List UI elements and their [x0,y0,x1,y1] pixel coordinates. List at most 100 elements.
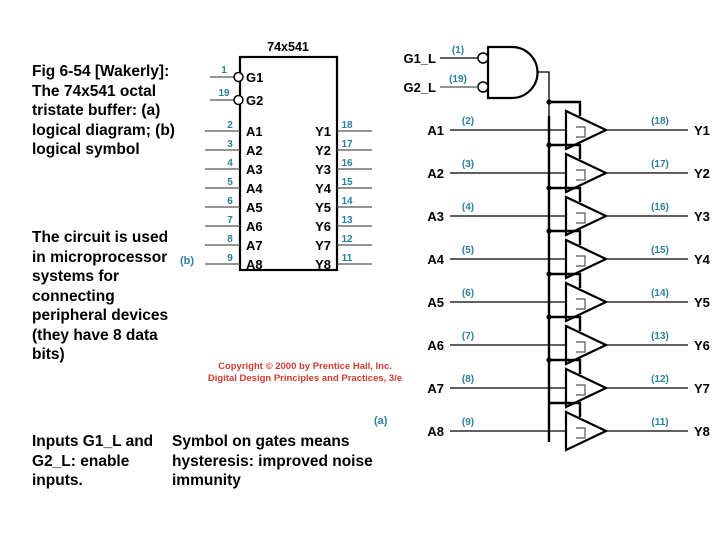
input-label-A3: A3 [427,209,444,224]
symbol-pin-number-Y8: 11 [342,253,353,264]
tristate-buffer-1 [564,109,609,151]
tristate-buffer-5 [564,281,609,323]
input-label-A5: A5 [427,295,444,310]
enable-junction-dot-7 [546,357,552,363]
symbol-pin-number-A8: 9 [227,253,233,264]
input-pin-number-A8: (9) [462,417,474,428]
enable-junction-dot-2 [546,142,552,148]
symbol-pin-number-Y5: 14 [341,196,353,207]
enable-branch-4 [549,229,582,245]
nand-gate-body [486,45,539,100]
ic-device-name: 74x541 [267,40,309,54]
enable-branch-5 [549,272,582,288]
symbol-pin-label-A7: A7 [246,238,263,253]
tristate-buffer-4 [564,238,609,280]
hysteresis-icon-1 [576,126,586,138]
enable-label-G1_L: G1_L [403,51,436,66]
output-label-Y7: Y7 [694,381,710,396]
enable-branch-3 [549,186,582,202]
symbol-pin-label-Y6: Y6 [315,219,331,234]
enable-pin-number-G2_L: (19) [449,74,467,85]
input-label-A7: A7 [427,381,444,396]
symbol-pin-number-G1: 1 [221,65,227,76]
symbol-pin-label-A5: A5 [246,200,263,215]
enable-branch-8 [549,401,582,417]
symbol-pin-label-Y7: Y7 [315,238,331,253]
output-label-Y8: Y8 [694,424,710,439]
output-label-Y6: Y6 [694,338,710,353]
hysteresis-icon-6 [576,341,586,353]
symbol-pin-label-Y1: Y1 [315,124,331,139]
symbol-pin-number-A2: 3 [227,139,233,150]
tristate-buffer-7 [564,367,609,409]
enable-branch-1 [549,100,582,116]
output-label-Y5: Y5 [694,295,710,310]
figure-canvas: Fig 6-54 [Wakerly]: The 74x541 octal tri… [0,0,720,540]
nand-output-wire [538,71,550,116]
enable-branch-6 [549,315,582,331]
enable-pin-number-G1_L: (1) [452,45,464,56]
tristate-buffer-2 [564,152,609,194]
symbol-pin-label-A8: A8 [246,257,263,272]
enable-junction-dot-6 [546,314,552,320]
tristate-buffer-3 [564,195,609,237]
input-label-A4: A4 [427,252,444,267]
output-label-Y2: Y2 [694,166,710,181]
symbol-pin-number-Y1: 18 [341,120,353,131]
input-pin-number-A1: (2) [462,116,474,127]
symbol-pin-label-A2: A2 [246,143,263,158]
hysteresis-icon-8 [576,427,586,439]
input-label-A8: A8 [427,424,444,439]
output-pin-number-Y1: (18) [651,116,669,127]
symbol-pin-number-Y2: 17 [341,139,353,150]
symbol-pin-label-A4: A4 [246,181,263,196]
input-pin-number-A7: (8) [462,374,474,385]
symbol-pin-number-Y3: 16 [341,158,353,169]
output-pin-number-Y4: (15) [651,245,669,256]
symbol-pin-number-A6: 7 [227,215,233,226]
symbol-enable-bubble-G2 [233,94,244,106]
input-label-A1: A1 [427,123,444,138]
enable-junction-dot-4 [546,228,552,234]
symbol-pin-number-Y6: 13 [341,215,353,226]
ic-symbol-group: 74x541 G1 1 G2 19 A1 2 A2 3 A3 4 A4 5 A5 6 A6 7 A7 8 A8 9 Y1… [205,40,372,272]
input-pin-number-A6: (7) [462,331,474,342]
nand-input-bubble-2 [477,81,489,93]
logic-symbol-svg: 74x541 G1 1 G2 19 A1 2 A2 3 A3 4 A4 5 A5 6 A6 7 A7 8 A8 9 Y1… [205,40,711,452]
nand-input-bubble-1 [477,52,489,64]
output-pin-number-Y2: (17) [651,159,669,170]
ic-pins-group: G1 1 G2 19 A1 2 A2 3 A3 4 A4 5 A5 6 A6 7 A7 8 A8 9 Y1 18 Y2 17 Y… [205,65,372,272]
symbol-pin-label-Y2: Y2 [315,143,331,158]
tristate-buffer-8 [564,410,609,452]
output-pin-number-Y6: (13) [651,331,669,342]
symbol-pin-number-Y7: 12 [341,234,353,245]
output-label-Y3: Y3 [694,209,710,224]
input-pin-number-A5: (6) [462,288,474,299]
enable-branch-7 [549,358,582,374]
symbol-enable-bubble-G1 [233,71,244,83]
enable-junction-dot-3 [546,185,552,191]
symbol-pin-label-Y3: Y3 [315,162,331,177]
symbol-pin-label-G2: G2 [246,93,263,108]
enable-junction-dot-1 [546,99,552,105]
symbol-pin-label-A3: A3 [246,162,263,177]
logic-diagram-group: G1_L (1) G2_L (19) A1 (2) Y1 (18) A2 (3) Y2 (17) A3 (… [403,45,711,452]
input-pin-number-A4: (5) [462,245,474,256]
symbol-pin-number-A3: 4 [227,158,233,169]
output-label-Y1: Y1 [694,123,710,138]
hysteresis-icon-5 [576,298,586,310]
buffer-rows-group: G1_L (1) G2_L (19) A1 (2) Y1 (18) A2 (3) Y2 (17) A3 (… [403,45,711,452]
output-pin-number-Y7: (12) [651,374,669,385]
output-pin-number-Y3: (16) [651,202,669,213]
output-label-Y4: Y4 [694,252,711,267]
symbol-pin-number-A5: 6 [227,196,233,207]
symbol-pin-number-A4: 5 [227,177,233,188]
hysteresis-icon-3 [576,212,586,224]
output-pin-number-Y8: (11) [651,417,668,428]
output-pin-number-Y5: (14) [651,288,669,299]
hysteresis-icon-4 [576,255,586,267]
symbol-pin-label-A6: A6 [246,219,263,234]
input-pin-number-A2: (3) [462,159,474,170]
symbol-pin-label-Y4: Y4 [315,181,332,196]
symbol-pin-number-A7: 8 [227,234,233,245]
